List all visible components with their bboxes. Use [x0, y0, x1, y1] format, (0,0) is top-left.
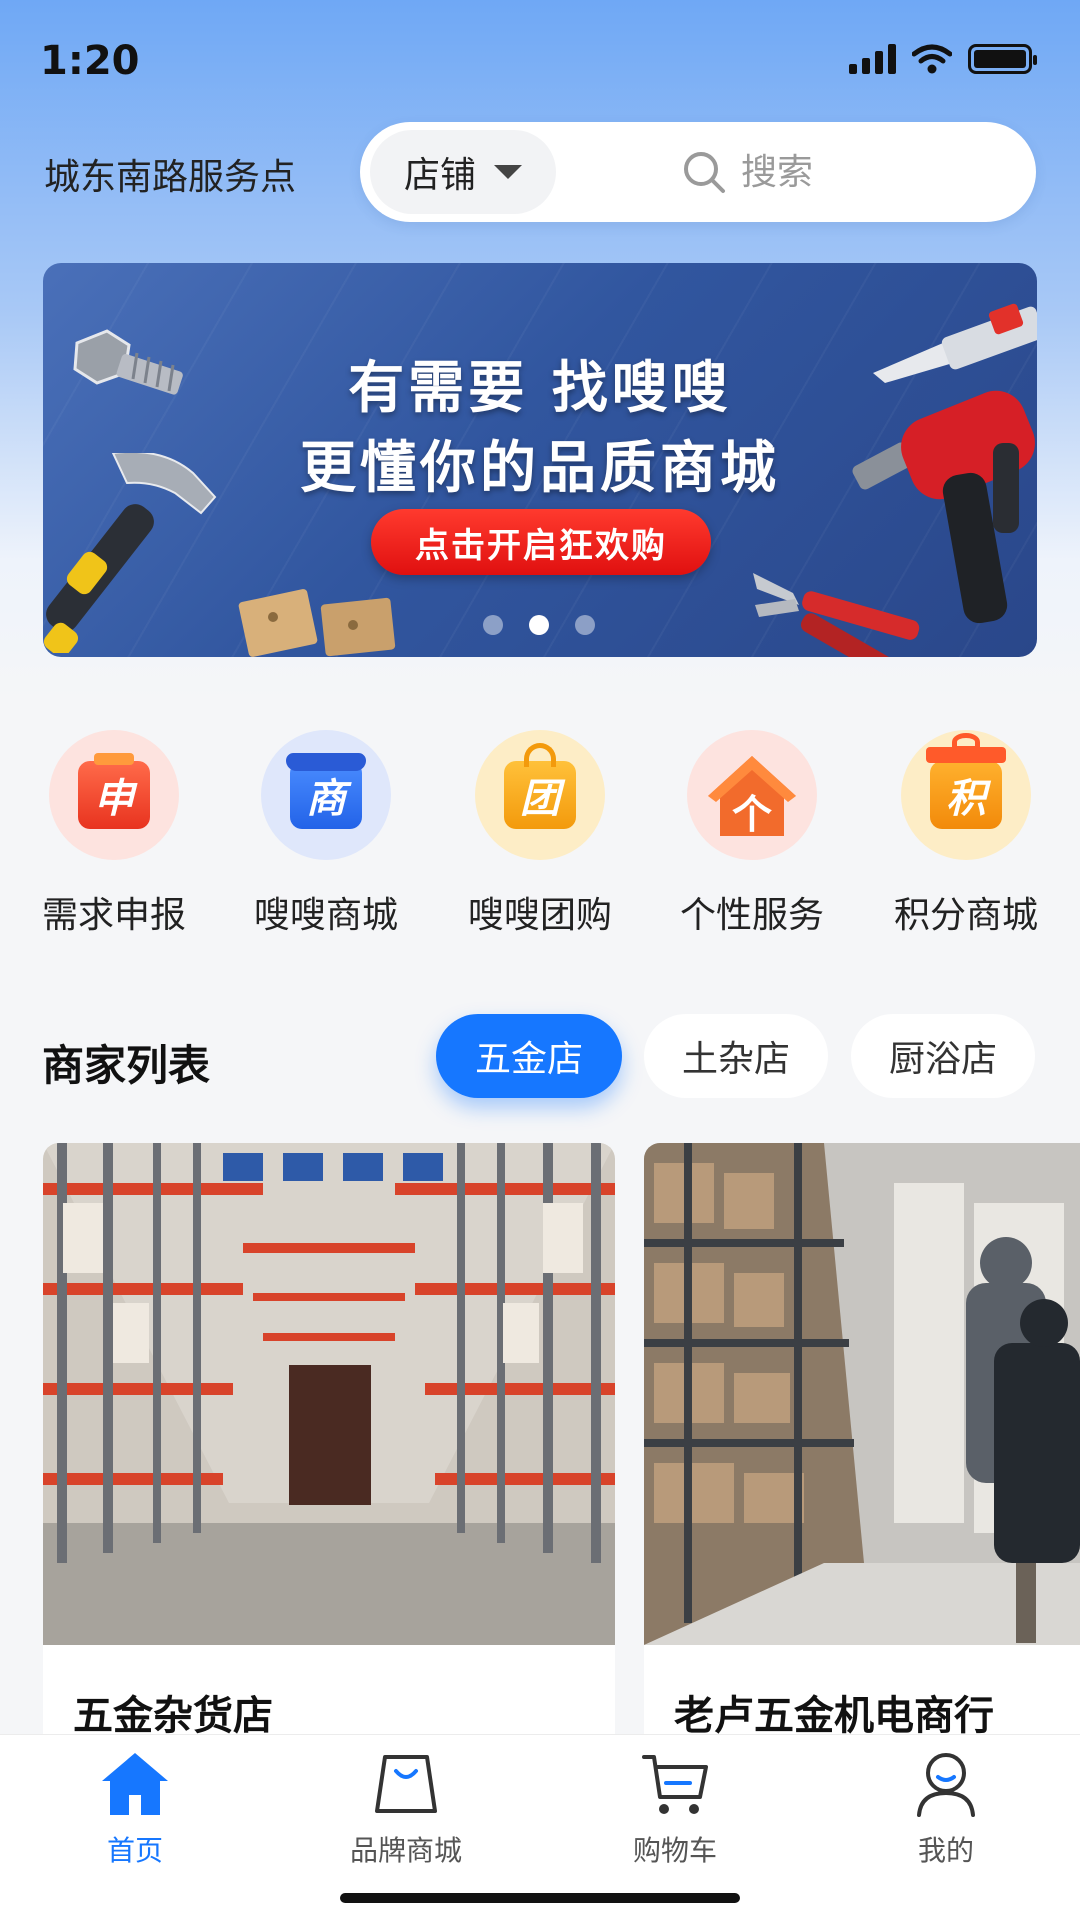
category-group-buy[interactable]: 团 嗖嗖团购 [450, 730, 630, 938]
shop-image [43, 1143, 615, 1645]
category-label: 积分商城 [893, 895, 1038, 936]
search-icon [684, 152, 725, 193]
pliers-icon [753, 573, 920, 657]
search-scope-label: 店铺 [403, 155, 476, 196]
home-indicator[interactable] [340, 1893, 740, 1903]
carousel-dot-active[interactable] [529, 615, 549, 635]
shop-card[interactable]: 老卢五金机电商行 [644, 1143, 1080, 1763]
carousel-dot[interactable] [575, 615, 595, 635]
category-sousou-mall[interactable]: 商 嗖嗖商城 [236, 730, 416, 938]
banner-cta-button[interactable]: 点击开启狂欢购 [371, 509, 711, 575]
category-label: 需求申报 [41, 895, 186, 936]
cellular-signal-icon [849, 44, 896, 74]
hinge-icon [238, 589, 396, 657]
search-scope-dropdown[interactable]: 店铺 [370, 130, 556, 214]
status-time: 1:20 [40, 38, 140, 84]
merchant-list-title: 商家列表 [42, 1041, 211, 1090]
home-icon [100, 1749, 170, 1819]
tab-brand-mall[interactable]: 品牌商城 [306, 1735, 506, 1869]
banner-subheadline: 更懂你的品质商城 [300, 436, 780, 501]
carousel-indicator[interactable] [483, 615, 595, 635]
tab-cart[interactable]: 购物车 [575, 1735, 775, 1869]
filter-general-goods-store[interactable]: 土杂店 [644, 1014, 828, 1098]
tab-label: 我的 [917, 1834, 974, 1867]
mall-icon: 商 [261, 730, 391, 860]
category-label: 个性服务 [679, 895, 824, 936]
search-input[interactable] [741, 151, 851, 193]
category-demand-report[interactable]: 申 需求申报 [24, 730, 204, 938]
tab-label: 品牌商城 [349, 1834, 462, 1867]
status-bar: 1:20 [0, 0, 1080, 120]
group-buy-icon: 团 [475, 730, 605, 860]
gift-icon: 积 [901, 730, 1031, 860]
shop-name: 五金杂货店 [73, 1693, 273, 1739]
filter-kitchen-bath-store[interactable]: 厨浴店 [851, 1014, 1035, 1098]
carousel-dot[interactable] [483, 615, 503, 635]
chevron-down-icon [494, 165, 522, 179]
shop-image [644, 1143, 1080, 1645]
wifi-icon [912, 44, 952, 74]
status-icons [849, 44, 1037, 74]
shopping-bag-icon [371, 1749, 441, 1819]
tab-home[interactable]: 首页 [35, 1735, 235, 1869]
category-points-mall[interactable]: 积 积分商城 [876, 730, 1056, 938]
search-bar[interactable]: 店铺 [360, 122, 1036, 222]
filter-hardware-store[interactable]: 五金店 [436, 1014, 622, 1098]
search-field[interactable] [556, 149, 1036, 195]
tab-profile[interactable]: 我的 [846, 1735, 1046, 1869]
report-icon: 申 [49, 730, 179, 860]
cart-icon [640, 1749, 710, 1819]
tab-label: 首页 [106, 1834, 163, 1867]
service-location[interactable]: 城东南路服务点 [44, 148, 296, 200]
battery-icon [968, 44, 1037, 74]
tab-label: 购物车 [632, 1834, 717, 1867]
promo-banner[interactable]: 有需要 找嗖嗖 更懂你的品质商城 点击开启狂欢购 [43, 263, 1037, 657]
user-icon [911, 1749, 981, 1819]
svg-text:个: 个 [732, 792, 772, 838]
banner-headline: 有需要 找嗖嗖 [348, 356, 732, 421]
category-label: 嗖嗖团购 [467, 895, 612, 936]
house-icon: 个 [687, 730, 817, 860]
shop-name: 老卢五金机电商行 [674, 1693, 994, 1739]
category-label: 嗖嗖商城 [253, 895, 398, 936]
category-personal-service[interactable]: 个 个性服务 [662, 730, 842, 938]
shop-card[interactable]: 五金杂货店 [43, 1143, 615, 1763]
